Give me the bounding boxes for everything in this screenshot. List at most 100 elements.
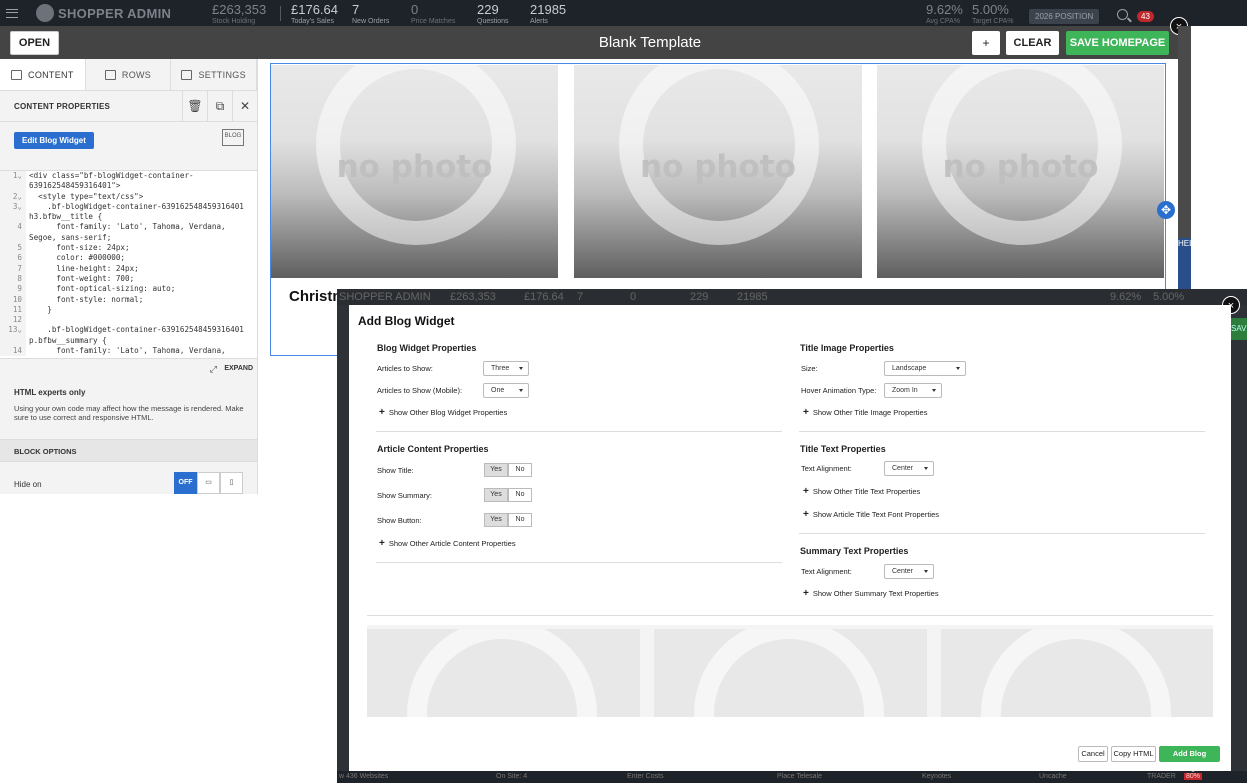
trash-icon[interactable]: 🗑 <box>182 90 207 122</box>
move-icon[interactable]: ✥ <box>1157 201 1175 219</box>
expand-icon[interactable]: ⤢ <box>210 364 217 375</box>
logo[interactable]: SHOPPER ADMIN <box>36 4 171 22</box>
image-size-select[interactable]: Landscape <box>884 361 966 376</box>
code-line[interactable]: 6 color: #000000; <box>0 253 257 264</box>
close-icon[interactable]: ✕ <box>232 90 257 122</box>
yes-option[interactable]: Yes <box>484 488 508 502</box>
mobile-icon[interactable]: ▯ <box>220 472 243 494</box>
admin-topbar: SHOPPER ADMIN £263,353 Stock Holding £176… <box>0 0 1247 26</box>
hide-on-label: Hide on <box>14 480 42 489</box>
chevron-down-icon <box>519 389 523 392</box>
search-icon[interactable] <box>1117 9 1128 20</box>
code-line[interactable]: 14 font-family: 'Lato', Tahoma, Verdana, <box>0 346 257 357</box>
logo-text: SHOPPER ADMIN <box>58 5 172 21</box>
code-line[interactable]: 8 font-weight: 700; <box>0 273 257 285</box>
stat-price-matches[interactable]: 0 Price Matches <box>411 3 455 25</box>
block-options-header[interactable]: BLOCK OPTIONS <box>0 439 257 462</box>
background-right-edge <box>1231 305 1247 771</box>
stat-target-cpa[interactable]: 5.00% Target CPA% <box>972 3 1014 25</box>
section-heading: Title Image Properties <box>800 343 894 353</box>
menu-icon[interactable] <box>6 8 18 18</box>
duplicate-icon[interactable]: ⧉ <box>207 90 232 122</box>
line-number: 13⌄ <box>0 325 26 336</box>
settings-icon <box>181 69 193 80</box>
stat-stock-holding[interactable]: £263,353 Stock Holding <box>212 3 266 25</box>
code-line[interactable]: 3⌄ .bf-blogWidget-container-639162548459… <box>0 201 257 213</box>
clear-button[interactable]: CLEAR <box>1006 31 1059 55</box>
code-line[interactable]: 10 font-style: normal; <box>0 294 257 305</box>
no-option[interactable]: No <box>508 463 532 477</box>
code-line[interactable]: 13⌄ .bf-blogWidget-container-63916254845… <box>0 325 257 336</box>
code-line[interactable]: 639162548459316401"> <box>0 181 257 192</box>
desktop-icon[interactable]: ▭ <box>197 472 220 494</box>
title-text-alignment-select[interactable]: Center <box>884 461 934 476</box>
code-text: line-height: 24px; <box>29 263 139 273</box>
code-line[interactable]: 4 font-family: 'Lato', Tahoma, Verdana, <box>0 222 257 233</box>
stat-new-orders[interactable]: 7 New Orders <box>352 3 389 25</box>
code-line[interactable]: 5 font-size: 24px; <box>0 243 257 254</box>
plus-icon: + <box>803 486 809 497</box>
summary-text-alignment-select[interactable]: Center <box>884 564 934 579</box>
edit-blog-widget-button[interactable]: Edit Blog Widget <box>14 132 94 149</box>
yes-option[interactable]: Yes <box>484 463 508 477</box>
html-experts-label: HTML experts only <box>14 388 86 397</box>
save-homepage-button[interactable]: SAVE HOMEPAGE <box>1066 31 1169 55</box>
tab-rows[interactable]: ROWS <box>86 59 172 90</box>
plus-icon: + <box>803 588 809 599</box>
chevron-down-icon <box>924 467 928 470</box>
hide-on-toggles: OFF ▭ ▯ <box>174 472 243 494</box>
code-line[interactable]: p.bfbw__summary { <box>0 335 257 347</box>
show-article-title-font-properties[interactable]: + Show Article Title Text Font Properties <box>803 509 939 520</box>
stat-alerts[interactable]: 21985 Alerts <box>530 3 566 25</box>
divider <box>367 615 1213 616</box>
code-text: p.bfbw__summary { <box>29 335 107 345</box>
add-button[interactable]: + <box>972 31 1000 55</box>
divider <box>799 533 1205 534</box>
code-line[interactable]: 2⌄ <style type="text/css"> <box>0 191 257 202</box>
chevron-down-icon <box>924 570 928 573</box>
code-line[interactable]: 7 line-height: 24px; <box>0 263 257 274</box>
background-left-panel <box>337 305 349 771</box>
show-other-title-image-properties[interactable]: + Show Other Title Image Properties <box>803 407 927 418</box>
no-option[interactable]: No <box>508 513 532 527</box>
show-other-blog-widget-properties[interactable]: + Show Other Blog Widget Properties <box>379 407 507 418</box>
section-heading: Blog Widget Properties <box>377 343 477 353</box>
expand-button[interactable]: EXPAND <box>224 365 253 372</box>
position-button[interactable]: 2026 POSITION <box>1029 9 1100 24</box>
stat-todays-sales[interactable]: £176.64 Today's Sales <box>291 3 338 25</box>
copy-html-button[interactable]: Copy HTML <box>1111 746 1156 762</box>
html-code-editor[interactable]: 1⌄ <div class="bf-blogWidget-container- 6… <box>0 170 257 358</box>
cancel-button[interactable]: Cancel <box>1078 746 1108 762</box>
panel-tabs: CONTENT ROWS SETTINGS <box>0 59 258 91</box>
articles-to-show-select[interactable]: Three <box>483 361 529 376</box>
stat-avg-cpa[interactable]: 9.62% Avg CPA% <box>926 3 963 25</box>
code-line[interactable]: 9 font-optical-sizing: auto; <box>0 284 257 295</box>
notification-badge[interactable]: 43 <box>1137 11 1154 22</box>
code-text: .bf-blogWidget-container-639162548459316… <box>29 201 244 211</box>
code-text: Segoe, sans-serif; <box>29 232 112 242</box>
code-line[interactable]: 12 <box>0 315 257 326</box>
code-line[interactable]: Segoe, sans-serif; <box>0 232 257 244</box>
yes-option[interactable]: Yes <box>484 513 508 527</box>
no-option[interactable]: No <box>508 488 532 502</box>
help-tab[interactable]: HEL <box>1178 238 1194 290</box>
hide-off-button[interactable]: OFF <box>174 472 197 494</box>
stat-questions[interactable]: 229 Questions <box>477 3 509 25</box>
plus-icon: + <box>379 407 385 418</box>
divider <box>376 562 782 563</box>
code-line[interactable]: 11 } <box>0 304 257 316</box>
hover-animation-select[interactable]: Zoom In <box>884 383 942 398</box>
show-other-title-text-properties[interactable]: + Show Other Title Text Properties <box>803 486 920 497</box>
show-button-label: Show Button: <box>377 516 422 525</box>
show-other-article-content-properties[interactable]: + Show Other Article Content Properties <box>379 538 516 549</box>
plus-icon: + <box>803 407 809 418</box>
tab-content[interactable]: CONTENT <box>0 59 86 90</box>
tab-settings[interactable]: SETTINGS <box>171 59 258 90</box>
code-text: font-weight: 700; <box>29 273 135 283</box>
code-line[interactable]: h3.bfbw__title { <box>0 212 257 223</box>
add-blog-widget-button[interactable]: Add Blog Widget <box>1159 746 1220 772</box>
code-line[interactable]: 1⌄ <div class="bf-blogWidget-container- <box>0 171 257 182</box>
articles-mobile-select[interactable]: One <box>483 383 529 398</box>
show-other-summary-text-properties[interactable]: + Show Other Summary Text Properties <box>803 588 939 599</box>
placeholder-gear-icon <box>981 629 1171 717</box>
